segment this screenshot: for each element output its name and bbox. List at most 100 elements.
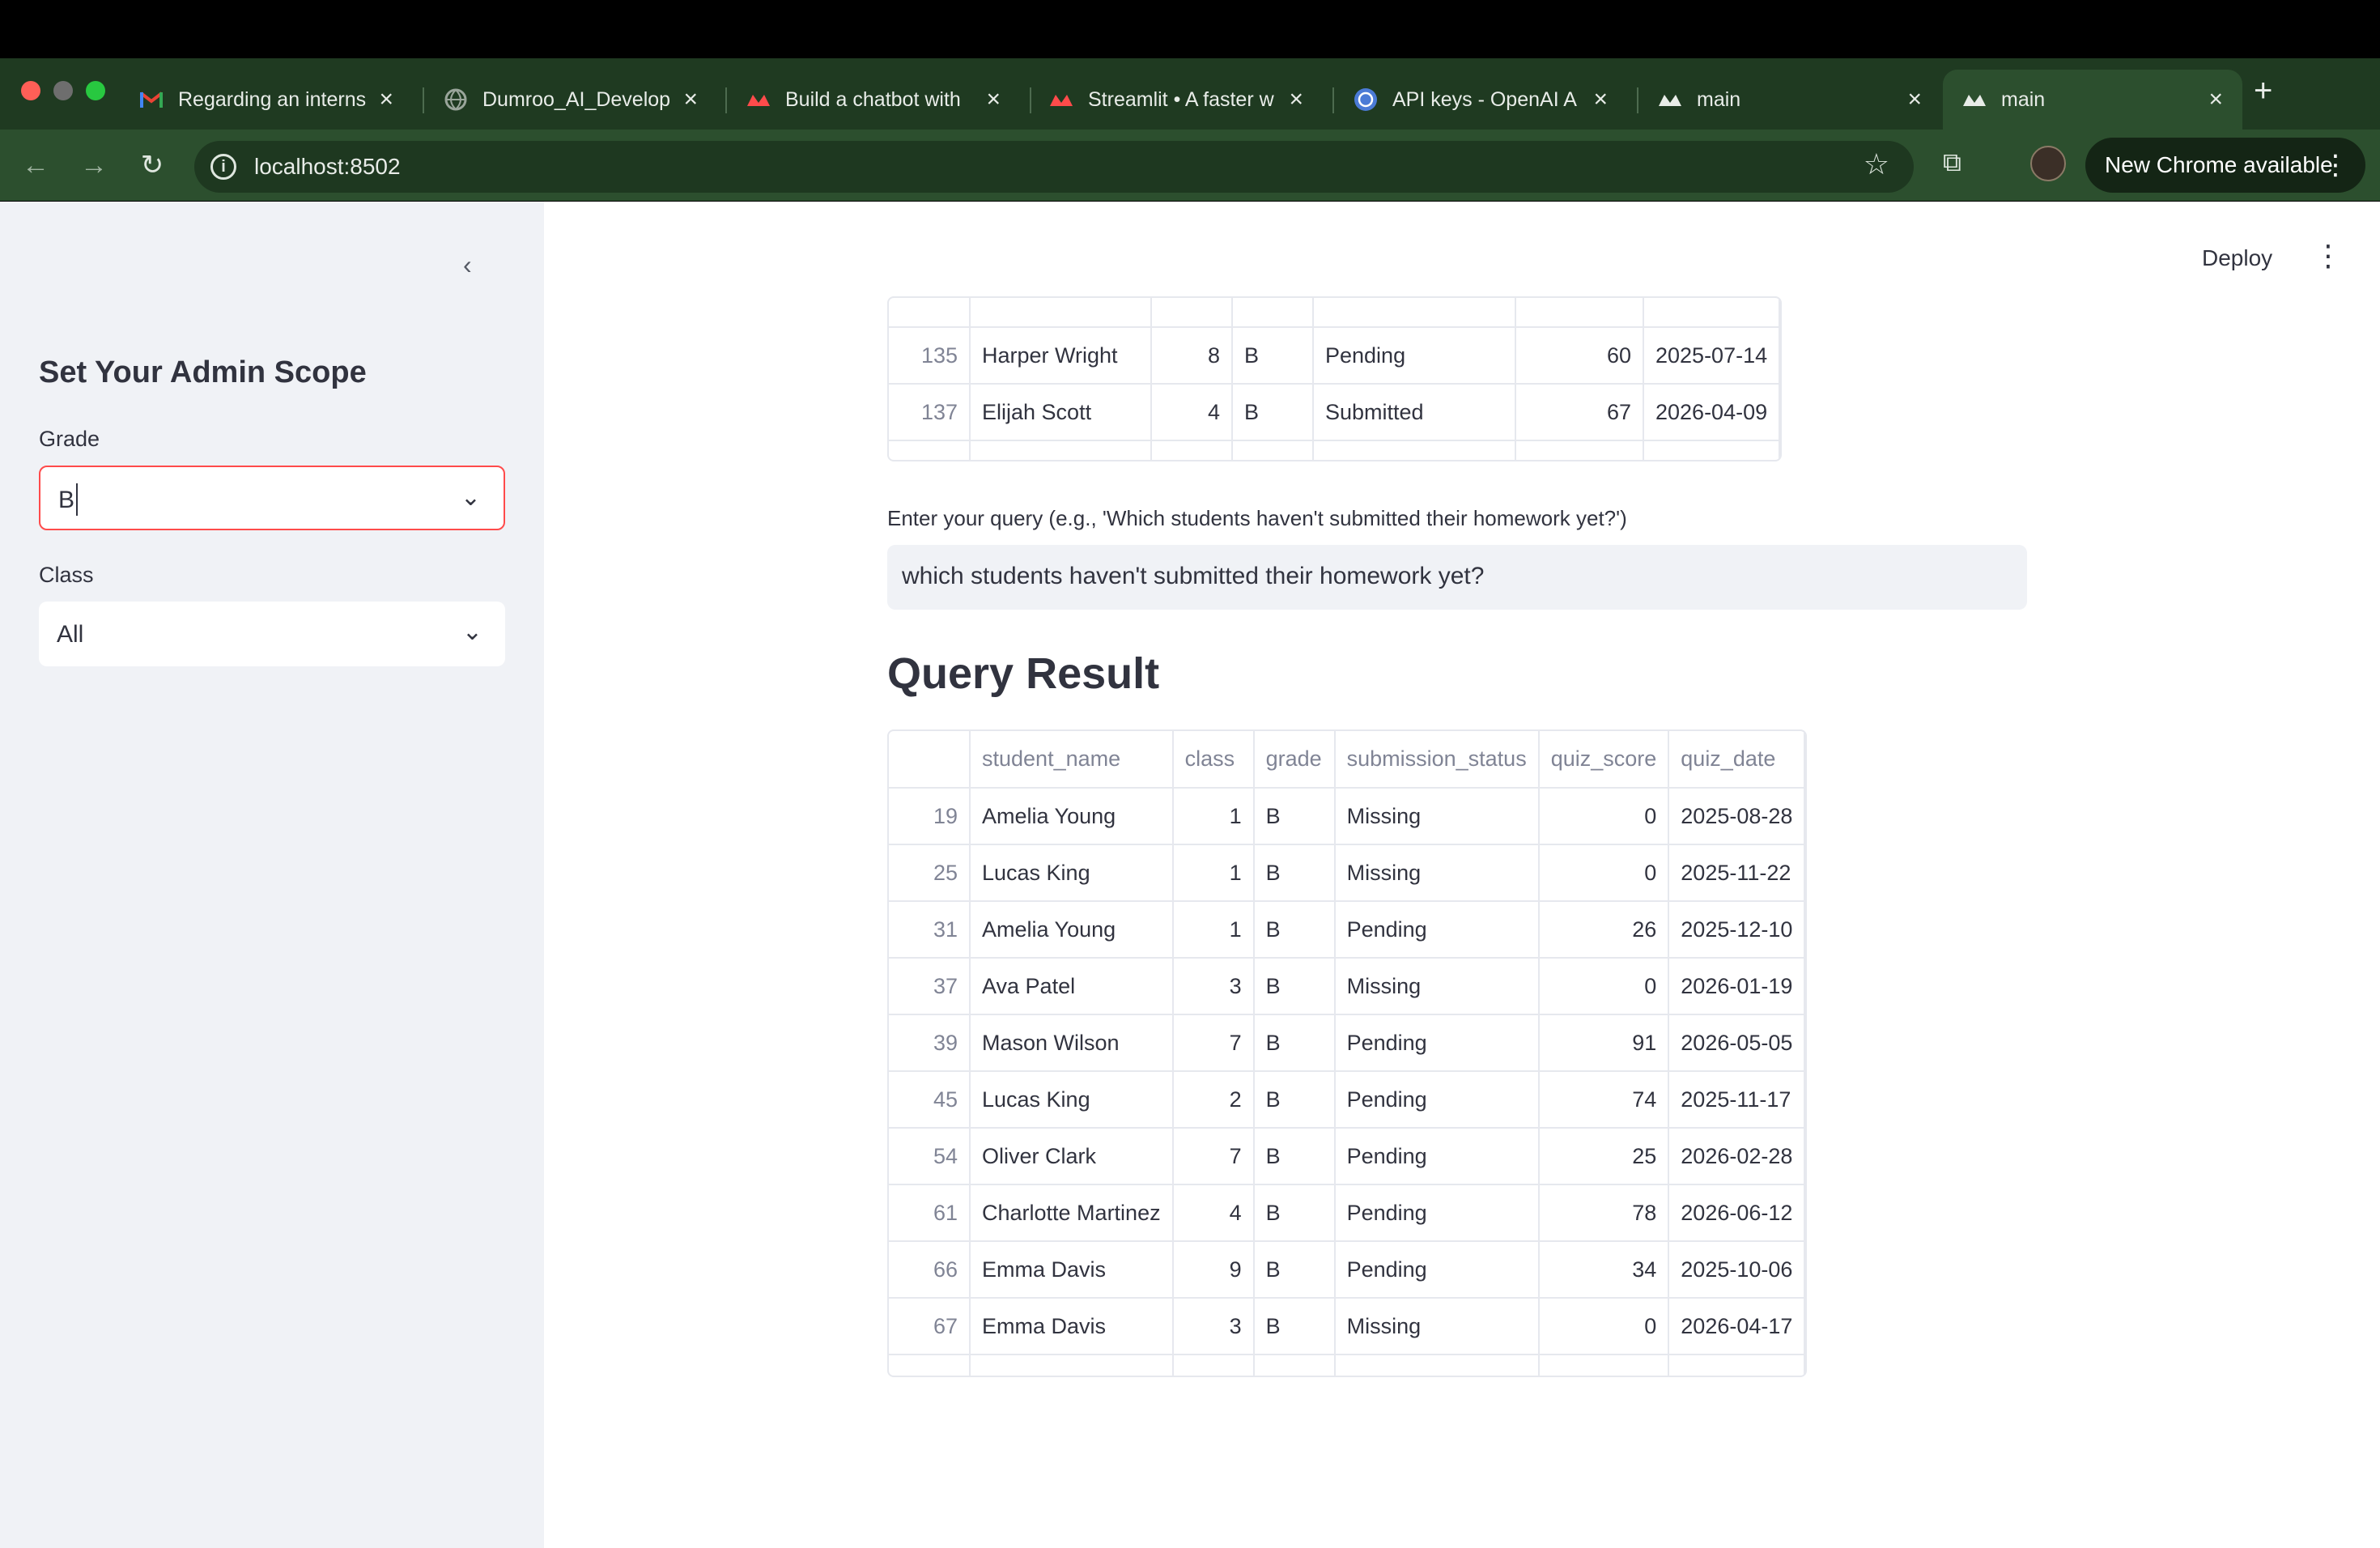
- minimize-window-button[interactable]: [53, 81, 73, 100]
- cell-class: 7: [1172, 1014, 1255, 1072]
- cell-grade: B: [1253, 844, 1336, 902]
- cell-student-name: Oliver Clark: [970, 1128, 1174, 1185]
- cell-idx: 54: [889, 1128, 971, 1185]
- cell-submission-status: Missing: [1334, 958, 1540, 1015]
- browser-chrome: Regarding an interns × Dumroo_AI_Develop…: [0, 58, 2380, 260]
- chevron-down-icon[interactable]: ⌄: [461, 483, 481, 512]
- browser-tab-active[interactable]: main ×: [1943, 70, 2242, 130]
- cell-quiz-date: 2026-05-05: [1668, 1014, 1806, 1072]
- close-tab-icon[interactable]: ×: [986, 86, 1001, 113]
- site-info-icon[interactable]: i: [210, 154, 236, 180]
- grade-select[interactable]: B ⌄: [39, 466, 505, 530]
- cell-student-name: Emma Davis: [970, 1241, 1174, 1299]
- tab-title: Regarding an interns: [178, 87, 367, 111]
- back-icon[interactable]: ←: [15, 144, 57, 186]
- cell-grade: B: [1253, 1184, 1336, 1242]
- query-input[interactable]: which students haven't submitted their h…: [887, 545, 2027, 610]
- browser-tab[interactable]: Build a chatbot with ×: [727, 70, 1020, 130]
- cell-quiz-score: 0: [1538, 958, 1670, 1015]
- collapse-sidebar-icon[interactable]: ‹: [463, 250, 472, 280]
- column-header-quiz-date[interactable]: quiz_date: [1668, 731, 1806, 789]
- column-header-index[interactable]: [889, 731, 971, 789]
- browser-tab[interactable]: Streamlit • A faster w ×: [1030, 70, 1323, 130]
- class-select[interactable]: All ⌄: [39, 602, 505, 666]
- column-header-submission-status[interactable]: submission_status: [1334, 731, 1540, 789]
- bookmark-star-icon[interactable]: ☆: [1864, 147, 1889, 181]
- cell-quiz-date: 2026-01-19: [1668, 958, 1806, 1015]
- cell-empty: [889, 1354, 971, 1376]
- cell-class: 3: [1172, 1298, 1255, 1355]
- cell-empty: [1334, 1354, 1540, 1376]
- cell-idx: 25: [889, 844, 971, 902]
- cell-class: 8: [1151, 327, 1233, 385]
- cell-idx: 37: [889, 958, 971, 1015]
- cell-idx: 67: [889, 1298, 971, 1355]
- table-row: 135 Harper Wright 8 B Pending 60 2025-07-14: [889, 327, 1781, 385]
- table-row: 31 Amelia Young 1 B Pending 26 2025-12-10: [889, 901, 1806, 959]
- url-text: localhost:8502: [254, 154, 401, 179]
- cell-idx: 61: [889, 1184, 971, 1242]
- cell-quiz-date: 2025-08-28: [1668, 788, 1806, 845]
- cell-grade: B: [1253, 901, 1336, 959]
- cell-class: 2: [1172, 1071, 1255, 1129]
- column-header-grade[interactable]: grade: [1253, 731, 1336, 789]
- close-window-button[interactable]: [21, 81, 40, 100]
- browser-tab[interactable]: API keys - OpenAI A ×: [1334, 70, 1627, 130]
- cell-student-name: Elijah Scott: [970, 384, 1152, 441]
- maximize-window-button[interactable]: [86, 81, 105, 100]
- cell-quiz-score: 0: [1538, 1298, 1670, 1355]
- column-header-student-name[interactable]: student_name: [970, 731, 1174, 789]
- close-tab-icon[interactable]: ×: [683, 86, 698, 113]
- address-bar[interactable]: i localhost:8502 ☆: [194, 141, 1914, 193]
- close-tab-icon[interactable]: ×: [1289, 86, 1303, 113]
- browser-tab[interactable]: Regarding an interns ×: [120, 70, 413, 130]
- streamlit-icon: [1658, 87, 1682, 112]
- forward-icon[interactable]: →: [73, 144, 115, 186]
- tab-search-icon[interactable]: ⧉: [1943, 147, 1961, 178]
- cell-empty: [1253, 1354, 1336, 1376]
- new-tab-icon[interactable]: +: [2254, 73, 2272, 109]
- main-menu-icon[interactable]: ⋮: [2314, 239, 2343, 273]
- table-row: 137 Elijah Scott 4 B Submitted 67 2026-04-09: [889, 384, 1781, 441]
- deploy-button[interactable]: Deploy: [2202, 245, 2272, 271]
- column-header-quiz-score[interactable]: quiz_score: [1538, 731, 1670, 789]
- close-tab-icon[interactable]: ×: [379, 86, 393, 113]
- cell-submission-status: Missing: [1334, 844, 1540, 902]
- cell-idx: 19: [889, 788, 971, 845]
- cell-grade: B: [1253, 1298, 1336, 1355]
- close-tab-icon[interactable]: ×: [1593, 86, 1608, 113]
- avatar[interactable]: [2030, 146, 2066, 181]
- table-row: 61 Charlotte Martinez 4 B Pending 78 2026-06-1…: [889, 1184, 1806, 1242]
- table-row: 138Oliver Clark1BSubmitted572025-09-08: [889, 440, 1781, 460]
- cell-quiz-date: 2026-02-28: [1668, 1128, 1806, 1185]
- table-row: 25 Lucas King 1 B Missing 0 2025-11-22: [889, 844, 1806, 902]
- close-tab-icon[interactable]: ×: [1907, 86, 1922, 113]
- cell-quiz-score: 60: [1515, 327, 1644, 385]
- cell-quiz-score: 78: [1538, 1184, 1670, 1242]
- class-select-value: All: [57, 621, 84, 648]
- chrome-menu-icon[interactable]: ⋮: [2322, 149, 2349, 181]
- cell-quiz-date: 2025-11-17: [1668, 1071, 1806, 1129]
- cell-submission-status: Pending: [1334, 901, 1540, 959]
- query-result-table[interactable]: student_name class grade submission_status q…: [887, 729, 1808, 1377]
- close-tab-icon[interactable]: ×: [2208, 86, 2223, 113]
- browser-tab[interactable]: main ×: [1638, 70, 1941, 130]
- cell-submission-status: Pending: [1313, 327, 1516, 385]
- screen-top-bar: [0, 0, 2380, 58]
- browser-tab[interactable]: Dumroo_AI_Develop ×: [424, 70, 717, 130]
- text-caret: [76, 483, 78, 516]
- data-table-top[interactable]: 135 Harper Wright 8 B Pending 60 2025-07-14 137…: [887, 296, 1783, 461]
- column-header-class[interactable]: class: [1172, 731, 1255, 789]
- cell-idx: 31: [889, 901, 971, 959]
- cell-submission-status: Submitted: [1313, 384, 1516, 441]
- cell-quiz-date: 2025-11-22: [1668, 844, 1806, 902]
- new-chrome-available-button[interactable]: New Chrome available ⋮: [2085, 138, 2365, 193]
- cell-quiz-score: 0: [1538, 788, 1670, 845]
- cell-empty: [1538, 1354, 1670, 1376]
- chevron-down-icon[interactable]: ⌄: [462, 618, 482, 646]
- cell-student-name: Oliver Clark: [970, 440, 1152, 460]
- cell-idx: 137: [889, 384, 971, 441]
- cell-empty: [1172, 1354, 1255, 1376]
- reload-icon[interactable]: ↻: [131, 144, 173, 186]
- table-row: 66 Emma Davis 9 B Pending 34 2025-10-06: [889, 1241, 1806, 1299]
